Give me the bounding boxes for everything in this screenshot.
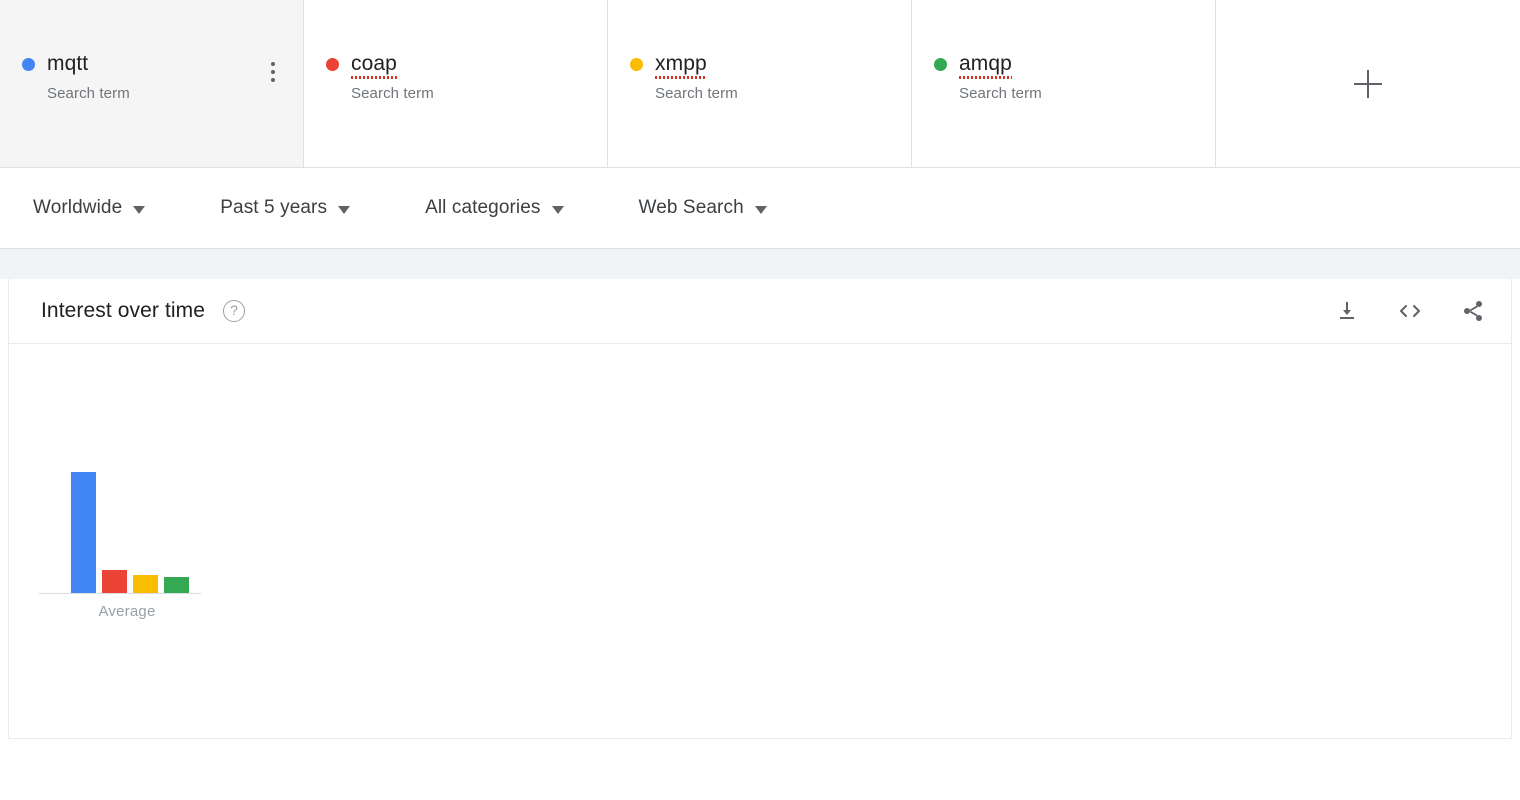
download-icon[interactable] — [1335, 299, 1359, 323]
term-subtitle: Search term — [47, 85, 303, 102]
term-label: xmpp — [655, 52, 707, 76]
share-icon[interactable] — [1461, 299, 1485, 323]
chart-actions — [1335, 299, 1485, 323]
search-terms-row: mqtt Search term coap Search term xmpp S… — [0, 0, 1520, 168]
chevron-down-icon — [338, 206, 350, 214]
term-label: coap — [351, 52, 397, 76]
plus-icon[interactable] — [1354, 70, 1382, 98]
average-bars — [39, 406, 201, 594]
filter-time-range[interactable]: Past 5 years — [220, 197, 350, 219]
section-gap — [0, 249, 1520, 279]
term-card-mqtt[interactable]: mqtt Search term — [0, 0, 304, 167]
filter-search-type[interactable]: Web Search — [639, 197, 767, 219]
filter-location[interactable]: Worldwide — [33, 197, 145, 219]
average-bar-amqp — [164, 577, 189, 593]
filter-category[interactable]: All categories — [425, 197, 563, 219]
term-label: amqp — [959, 52, 1012, 76]
series-color-dot-coap — [326, 58, 339, 71]
chart-body: Average — [9, 344, 1511, 738]
term-subtitle: Search term — [959, 85, 1215, 102]
term-card-coap[interactable]: coap Search term — [304, 0, 608, 167]
filter-label: Worldwide — [33, 197, 122, 219]
term-subtitle: Search term — [655, 85, 911, 102]
average-caption: Average — [39, 603, 201, 620]
term-label: mqtt — [47, 52, 88, 76]
term-card-amqp[interactable]: amqp Search term — [912, 0, 1216, 167]
average-bar-coap — [102, 570, 127, 593]
interest-over-time-card: Interest over time ? — [8, 279, 1512, 739]
chevron-down-icon — [755, 206, 767, 214]
term-head: mqtt — [22, 52, 303, 76]
chevron-down-icon — [552, 206, 564, 214]
chart-header: Interest over time ? — [9, 279, 1511, 344]
term-subtitle: Search term — [351, 85, 607, 102]
series-color-dot-amqp — [934, 58, 947, 71]
filter-bar: Worldwide Past 5 years All categories We… — [0, 168, 1520, 249]
time-series-plot — [209, 344, 1511, 738]
average-bar-chart: Average — [39, 406, 201, 620]
embed-code-icon[interactable] — [1397, 299, 1423, 323]
page-title: Interest over time — [41, 299, 205, 323]
chevron-down-icon — [133, 206, 145, 214]
help-icon[interactable]: ? — [223, 300, 245, 322]
term-head: coap — [326, 52, 607, 76]
term-head: amqp — [934, 52, 1215, 76]
series-color-dot-xmpp — [630, 58, 643, 71]
average-bar-xmpp — [133, 575, 158, 593]
filter-label: Past 5 years — [220, 197, 327, 219]
add-term-button[interactable] — [1216, 0, 1520, 167]
filter-label: Web Search — [639, 197, 744, 219]
filter-label: All categories — [425, 197, 540, 219]
series-color-dot-mqtt — [22, 58, 35, 71]
term-card-xmpp[interactable]: xmpp Search term — [608, 0, 912, 167]
average-bar-mqtt — [71, 472, 96, 593]
kebab-menu-icon[interactable] — [271, 62, 275, 82]
term-head: xmpp — [630, 52, 911, 76]
